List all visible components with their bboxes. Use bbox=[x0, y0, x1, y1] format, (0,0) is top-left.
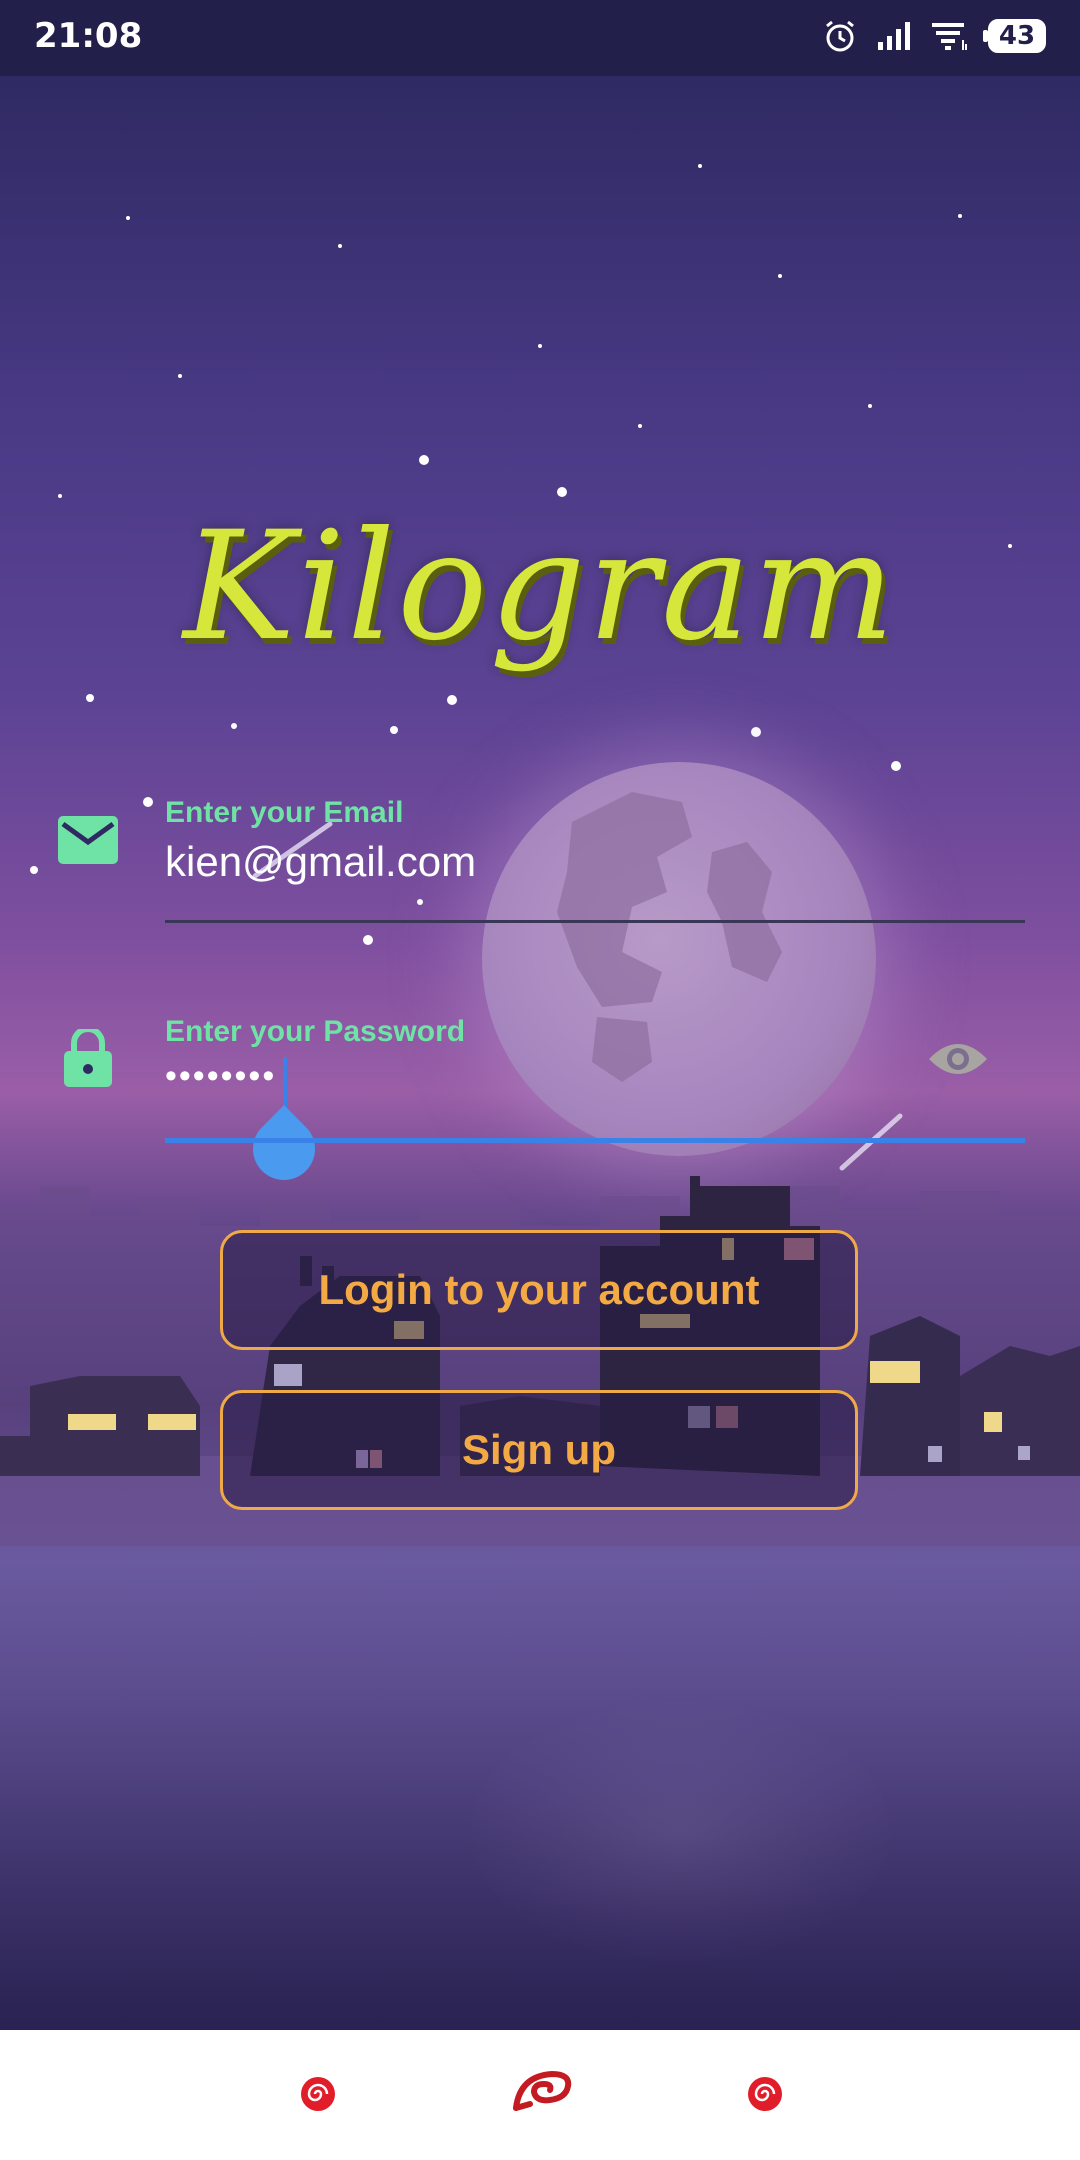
email-underline bbox=[165, 920, 1025, 923]
navigation-bar bbox=[0, 2030, 1080, 2160]
password-underline bbox=[165, 1138, 1025, 1143]
leaf-headband-icon[interactable] bbox=[512, 2068, 572, 2117]
status-bar: 21:08 43 bbox=[0, 0, 1080, 76]
signal-icon bbox=[876, 20, 912, 52]
email-label: Enter your Email bbox=[165, 796, 404, 829]
eye-icon[interactable] bbox=[927, 1039, 989, 1084]
password-field-group: Enter your Password •••••••• bbox=[0, 1005, 1080, 1193]
email-field-group: Enter your Email kien@gmail.com bbox=[0, 790, 1080, 930]
email-input[interactable]: kien@gmail.com bbox=[165, 838, 476, 886]
mail-icon bbox=[58, 816, 118, 869]
password-input[interactable]: •••••••• bbox=[165, 1057, 276, 1096]
spiral-icon[interactable] bbox=[745, 2074, 785, 2119]
status-icons: 43 bbox=[822, 18, 1046, 54]
battery-level: 43 bbox=[998, 21, 1036, 51]
lock-icon bbox=[64, 1026, 112, 1092]
login-button[interactable]: Login to your account bbox=[220, 1230, 858, 1350]
alarm-icon bbox=[822, 18, 858, 54]
cursor-handle[interactable] bbox=[240, 1105, 328, 1193]
app-logo: Kilogram bbox=[183, 500, 897, 674]
battery-indicator: 43 bbox=[983, 19, 1046, 53]
status-time: 21:08 bbox=[34, 16, 143, 56]
password-label: Enter your Password bbox=[165, 1015, 466, 1048]
wifi-icon bbox=[930, 20, 970, 52]
signup-button[interactable]: Sign up bbox=[220, 1390, 858, 1510]
spiral-icon[interactable] bbox=[298, 2074, 338, 2119]
